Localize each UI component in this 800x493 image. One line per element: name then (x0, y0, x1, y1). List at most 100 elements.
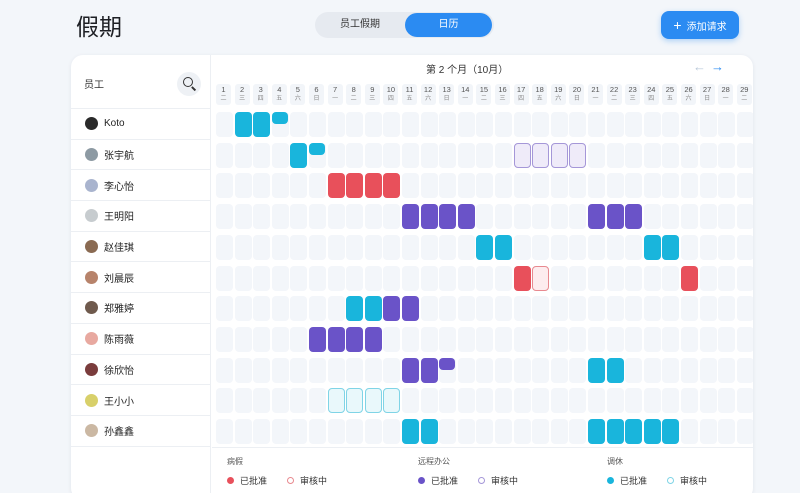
day-cell[interactable] (234, 296, 252, 322)
day-cell[interactable] (495, 142, 512, 168)
day-cell[interactable] (588, 142, 605, 168)
leave-block-remote-approved[interactable] (402, 204, 419, 230)
leave-block-comp-pending[interactable] (346, 388, 364, 414)
day-cell[interactable] (495, 265, 512, 291)
day-cell[interactable] (699, 357, 717, 383)
day-cell[interactable] (513, 326, 531, 352)
leave-block-remote-approved[interactable] (439, 204, 457, 230)
day-cell[interactable] (569, 296, 587, 322)
day-cell[interactable] (495, 296, 512, 322)
day-cell[interactable] (309, 265, 326, 291)
day-cell[interactable] (495, 173, 512, 199)
day-cell[interactable] (569, 112, 587, 137)
day-cell[interactable] (253, 388, 271, 414)
day-cell[interactable] (606, 142, 624, 168)
day-cell[interactable] (383, 357, 401, 383)
day-cell[interactable] (364, 419, 382, 444)
day-cell[interactable] (736, 326, 753, 352)
day-cell[interactable] (364, 142, 382, 168)
leave-block-remote-approved[interactable] (606, 204, 624, 230)
day-cell[interactable] (271, 142, 289, 168)
day-cell[interactable] (681, 173, 698, 199)
day-cell[interactable] (662, 173, 680, 199)
leave-block-comp-approved[interactable] (606, 357, 624, 383)
day-cell[interactable] (532, 326, 550, 352)
leave-block-remote-approved[interactable] (346, 326, 364, 352)
day-cell[interactable] (476, 419, 494, 444)
day-cell[interactable] (253, 419, 271, 444)
day-cell[interactable] (718, 142, 736, 168)
day-cell[interactable] (643, 265, 661, 291)
day-cell[interactable] (216, 204, 233, 230)
day-cell[interactable] (234, 357, 252, 383)
employee-row[interactable]: 李心怡 (71, 170, 210, 202)
day-cell[interactable] (402, 112, 419, 137)
day-cell[interactable] (439, 388, 457, 414)
day-cell[interactable] (271, 326, 289, 352)
day-cell[interactable] (402, 173, 419, 199)
leave-block-remote-approved[interactable] (327, 326, 345, 352)
day-cell[interactable] (736, 234, 753, 260)
day-cell[interactable] (681, 388, 698, 414)
leave-block-comp-approved[interactable] (234, 112, 252, 137)
day-cell[interactable] (234, 419, 252, 444)
leave-block-comp-pending[interactable] (383, 388, 401, 414)
leave-block-remote-pending[interactable] (532, 142, 550, 168)
day-cell[interactable] (234, 142, 252, 168)
leave-block-remote-approved[interactable] (457, 204, 475, 230)
day-cell[interactable] (346, 265, 364, 291)
day-cell[interactable] (699, 296, 717, 322)
day-cell[interactable] (439, 234, 457, 260)
day-cell[interactable] (681, 357, 698, 383)
day-cell[interactable] (550, 326, 568, 352)
day-cell[interactable] (625, 326, 643, 352)
day-cell[interactable] (327, 204, 345, 230)
day-cell[interactable] (495, 326, 512, 352)
day-cell[interactable] (569, 388, 587, 414)
day-cell[interactable] (513, 357, 531, 383)
day-cell[interactable] (699, 204, 717, 230)
employee-row[interactable]: 王明阳 (71, 201, 210, 232)
day-cell[interactable] (457, 357, 475, 383)
employee-row[interactable]: 陈雨薇 (71, 324, 210, 355)
day-cell[interactable] (588, 326, 605, 352)
day-cell[interactable] (346, 419, 364, 444)
day-cell[interactable] (309, 357, 326, 383)
day-cell[interactable] (681, 296, 698, 322)
day-cell[interactable] (271, 357, 289, 383)
leave-block-comp-approved[interactable] (495, 234, 512, 260)
day-cell[interactable] (309, 173, 326, 199)
day-cell[interactable] (606, 388, 624, 414)
day-cell[interactable] (625, 388, 643, 414)
day-cell[interactable] (736, 419, 753, 444)
day-cell[interactable] (736, 357, 753, 383)
day-cell[interactable] (606, 112, 624, 137)
day-cell[interactable] (271, 388, 289, 414)
day-cell[interactable] (699, 265, 717, 291)
day-cell[interactable] (662, 296, 680, 322)
day-cell[interactable] (588, 388, 605, 414)
day-cell[interactable] (271, 234, 289, 260)
day-cell[interactable] (718, 419, 736, 444)
day-cell[interactable] (476, 173, 494, 199)
day-cell[interactable] (643, 357, 661, 383)
day-cell[interactable] (513, 234, 531, 260)
day-cell[interactable] (643, 326, 661, 352)
day-cell[interactable] (569, 265, 587, 291)
day-cell[interactable] (439, 419, 457, 444)
day-cell[interactable] (625, 112, 643, 137)
day-cell[interactable] (216, 326, 233, 352)
day-cell[interactable] (457, 419, 475, 444)
day-cell[interactable] (327, 419, 345, 444)
day-cell[interactable] (364, 204, 382, 230)
day-cell[interactable] (569, 419, 587, 444)
day-cell[interactable] (588, 265, 605, 291)
day-cell[interactable] (234, 265, 252, 291)
day-cell[interactable] (346, 112, 364, 137)
day-cell[interactable] (513, 173, 531, 199)
leave-block-remote-approved[interactable] (420, 204, 438, 230)
day-cell[interactable] (625, 234, 643, 260)
day-cell[interactable] (588, 173, 605, 199)
day-cell[interactable] (643, 204, 661, 230)
day-cell[interactable] (346, 142, 364, 168)
